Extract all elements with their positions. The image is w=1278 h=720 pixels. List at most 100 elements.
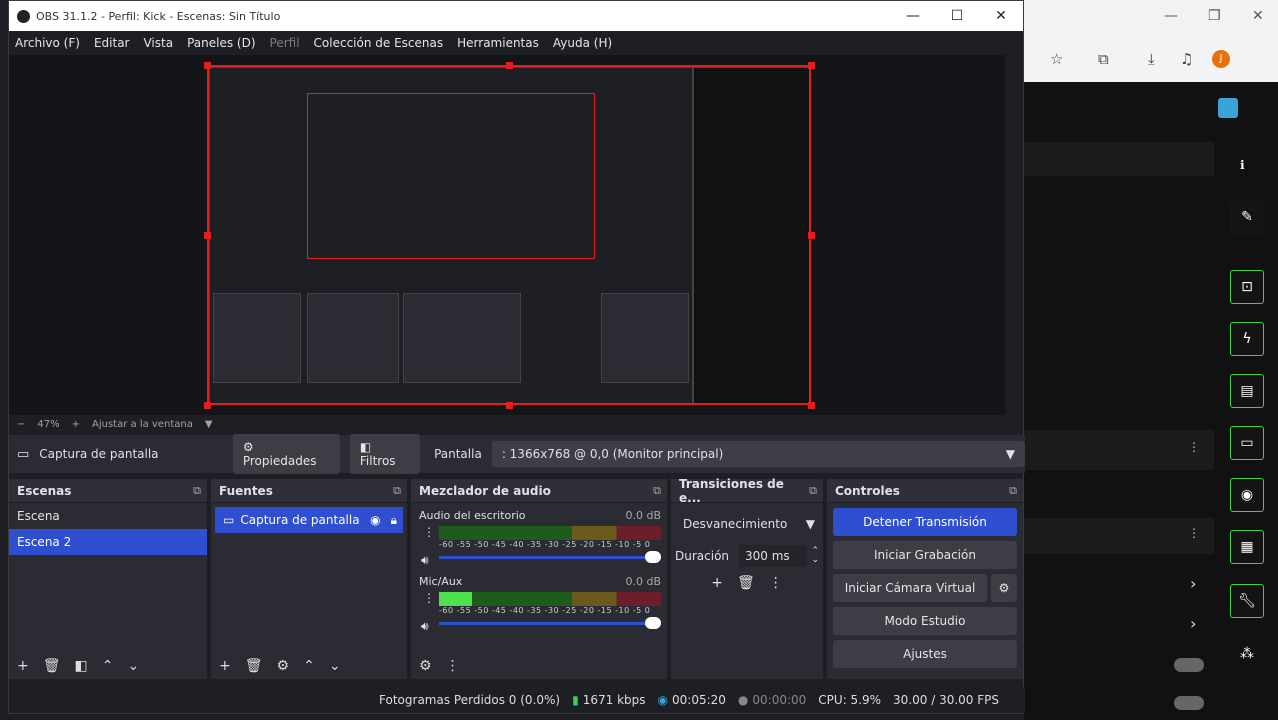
lock-icon[interactable]: 🔒︎: [391, 513, 397, 528]
capture-icon[interactable]: ⊡: [1230, 270, 1264, 304]
move-down-icon[interactable]: ⌄: [127, 658, 139, 674]
zoom-bar: − 47% + Ajustar a la ventana ▼: [9, 415, 1005, 433]
bookmark-star-icon[interactable]: ☆: [1050, 50, 1063, 68]
resize-handle[interactable]: [506, 62, 513, 69]
mixer-menu-icon[interactable]: ⋮: [446, 658, 460, 674]
eye-icon[interactable]: ◉: [370, 513, 380, 527]
zoom-fit-label[interactable]: Ajustar a la ventana: [92, 419, 193, 430]
filters-button[interactable]: ◧ Filtros: [349, 434, 421, 474]
undock-icon[interactable]: ⧉: [193, 484, 201, 498]
speaker-icon[interactable]: 🔊︎: [421, 619, 429, 634]
menu-archivo[interactable]: Archivo (F): [15, 36, 80, 50]
layers-icon[interactable]: ▦: [1230, 530, 1264, 564]
move-down-icon[interactable]: ⌄: [329, 658, 341, 674]
minimize-button[interactable]: —: [891, 8, 935, 24]
trash-icon[interactable]: 🗑︎: [737, 575, 755, 591]
scenes-header: Escenas ⧉: [9, 479, 207, 503]
scene-item[interactable]: Escena 2: [9, 529, 207, 555]
properties-button[interactable]: ⚙ Propiedades: [232, 434, 340, 474]
resize-handle[interactable]: [204, 62, 211, 69]
resize-handle[interactable]: [204, 402, 211, 409]
menu-ayuda[interactable]: Ayuda (H): [553, 36, 612, 50]
zoom-dropdown-icon[interactable]: ▼: [205, 419, 213, 430]
resize-handle[interactable]: [808, 62, 815, 69]
undock-icon[interactable]: ⧉: [1009, 484, 1017, 498]
toggle-switch[interactable]: [1174, 658, 1204, 672]
menu-vista[interactable]: Vista: [143, 36, 173, 50]
volume-slider-knob[interactable]: [645, 551, 661, 563]
info-icon[interactable]: ℹ: [1240, 158, 1245, 172]
lightning-icon[interactable]: ϟ: [1230, 322, 1264, 356]
move-up-icon[interactable]: ⌃: [303, 658, 315, 674]
resize-handle[interactable]: [808, 232, 815, 239]
zoom-out-button[interactable]: −: [17, 419, 25, 430]
trash-icon[interactable]: 🗑︎: [245, 658, 263, 674]
nodes-icon[interactable]: ⁂: [1240, 646, 1254, 662]
source-item[interactable]: ▭ Captura de pantalla ◉ 🔒︎: [215, 507, 403, 533]
undock-icon[interactable]: ⧉: [393, 484, 401, 498]
chevron-right-icon[interactable]: ›: [1190, 614, 1196, 633]
broadcast-icon[interactable]: ◉: [1230, 478, 1264, 512]
transition-select[interactable]: Desvanecimiento ▼: [675, 511, 819, 537]
preview-canvas[interactable]: [9, 55, 1005, 415]
start-recording-button[interactable]: Iniciar Grabación: [833, 541, 1017, 569]
filter-icon[interactable]: ◧: [75, 658, 88, 674]
maximize-button[interactable]: ☐: [935, 8, 979, 24]
settings-button[interactable]: Ajustes: [833, 640, 1017, 668]
menu-editar[interactable]: Editar: [94, 36, 130, 50]
screen-capture-source[interactable]: [207, 65, 811, 405]
gear-icon[interactable]: ⚙: [277, 658, 290, 674]
resize-handle[interactable]: [204, 232, 211, 239]
toggle-switch[interactable]: [1174, 696, 1204, 710]
profile-avatar[interactable]: J: [1212, 50, 1230, 68]
audio-mixer-dock: Mezclador de audio ⧉ Audio del escritori…: [411, 479, 667, 679]
plus-icon[interactable]: +: [17, 658, 29, 674]
extensions-icon[interactable]: ⧉: [1098, 50, 1109, 68]
chat-icon[interactable]: ▭: [1230, 426, 1264, 460]
menu-herramientas[interactable]: Herramientas: [457, 36, 539, 50]
resize-handle[interactable]: [506, 402, 513, 409]
move-up-icon[interactable]: ⌃: [102, 658, 114, 674]
undock-icon[interactable]: ⧉: [653, 484, 661, 498]
stop-streaming-button[interactable]: Detener Transmisión: [833, 508, 1017, 536]
stream-time: 00:05:20: [672, 693, 726, 707]
plus-icon[interactable]: +: [711, 575, 723, 591]
menu-paneles[interactable]: Paneles (D): [187, 36, 255, 50]
screen-select[interactable]: : 1366x768 @ 0,0 (Monitor principal) ▼: [491, 441, 1025, 467]
wrench-icon[interactable]: 🔧︎: [1230, 584, 1264, 618]
edit-icon[interactable]: ✎: [1230, 200, 1264, 234]
volume-slider[interactable]: [439, 615, 661, 631]
duration-input[interactable]: 300 ms: [739, 545, 808, 567]
close-button[interactable]: ✕: [979, 8, 1023, 24]
download-icon[interactable]: ⤓: [1148, 50, 1155, 68]
media-control-icon[interactable]: ♫: [1180, 50, 1193, 68]
document-icon[interactable]: ▤: [1230, 374, 1264, 408]
monitor-icon: ▭: [17, 446, 30, 462]
scene-item[interactable]: Escena: [9, 503, 207, 529]
more-options-icon[interactable]: ⋮: [1188, 526, 1200, 540]
channel-menu-icon[interactable]: ⋮: [423, 591, 435, 605]
chevron-right-icon[interactable]: ›: [1190, 574, 1196, 593]
volume-slider-knob[interactable]: [645, 617, 661, 629]
undock-icon[interactable]: ⧉: [809, 484, 817, 498]
advanced-audio-icon[interactable]: ⚙: [419, 658, 432, 674]
transition-menu-icon[interactable]: ⋮: [769, 575, 783, 591]
browser-maximize-icon[interactable]: ❐: [1208, 8, 1221, 24]
browser-close-icon[interactable]: ✕: [1252, 8, 1264, 24]
browser-minimize-icon[interactable]: —: [1164, 8, 1178, 24]
more-options-icon[interactable]: ⋮: [1188, 440, 1200, 454]
scene-item-label: Escena: [17, 509, 60, 523]
menu-perfil[interactable]: Perfil: [270, 36, 300, 50]
studio-mode-button[interactable]: Modo Estudio: [833, 607, 1017, 635]
zoom-in-button[interactable]: +: [72, 419, 80, 430]
menu-coleccion-escenas[interactable]: Colección de Escenas: [314, 36, 444, 50]
virtual-camera-gear-icon[interactable]: ⚙: [991, 574, 1017, 602]
controls-dock: Controles ⧉ Detener Transmisión Iniciar …: [827, 479, 1023, 679]
plus-icon[interactable]: +: [219, 658, 231, 674]
volume-slider[interactable]: [439, 549, 661, 565]
resize-handle[interactable]: [808, 402, 815, 409]
duration-stepper[interactable]: ⌃ ⌄: [811, 547, 819, 565]
trash-icon[interactable]: 🗑︎: [43, 658, 61, 674]
channel-menu-icon[interactable]: ⋮: [423, 525, 435, 539]
start-virtual-camera-button[interactable]: Iniciar Cámara Virtual: [833, 574, 987, 602]
